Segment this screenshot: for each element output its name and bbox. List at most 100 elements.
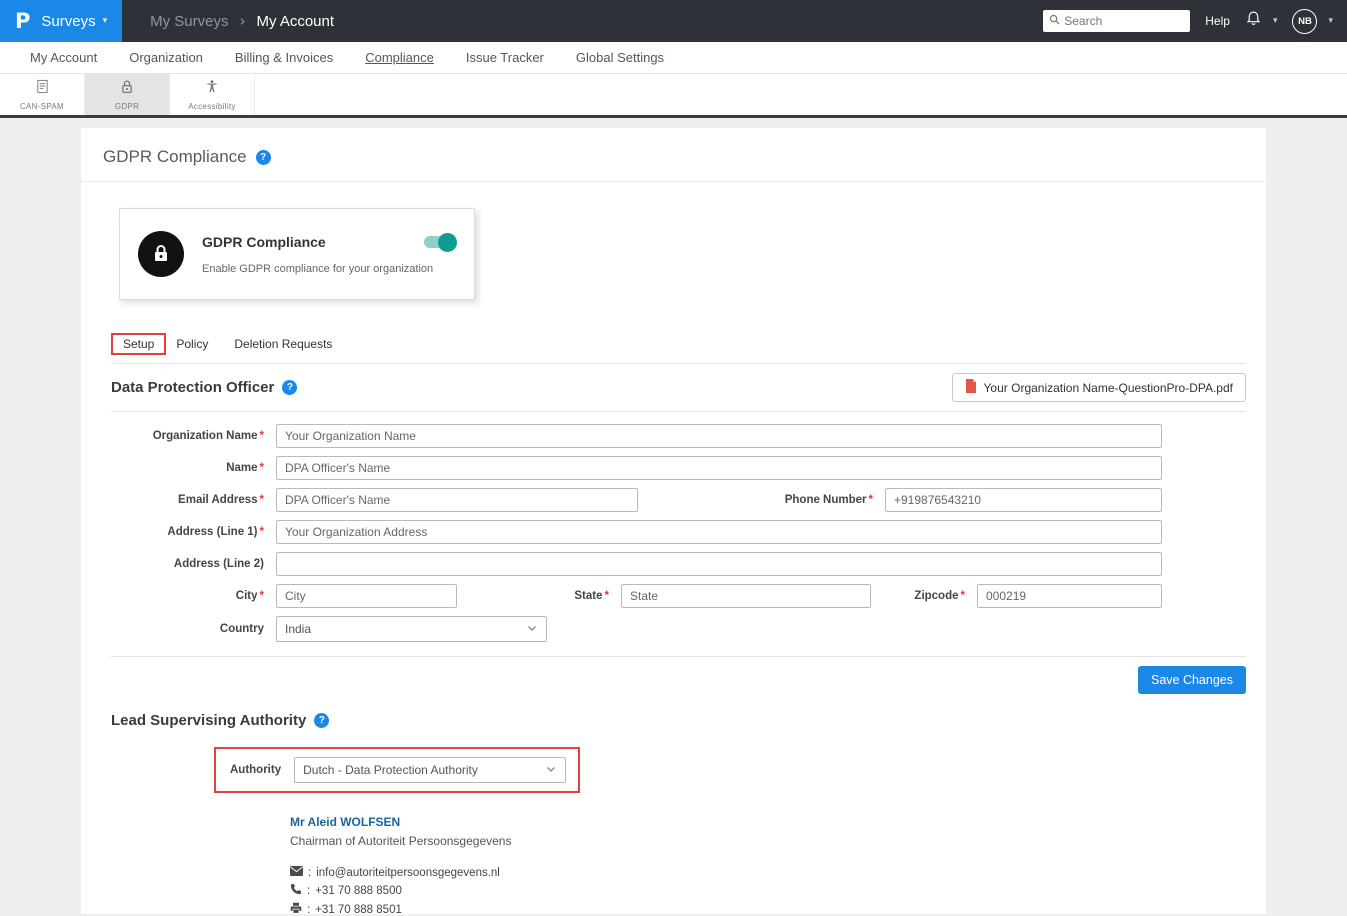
help-icon[interactable]: ? [314,713,329,728]
tab-gdpr[interactable]: GDPR [85,74,170,115]
address-line1-label: Address (Line 1)* [81,526,276,538]
zipcode-field[interactable] [977,584,1162,608]
state-label: State* [457,590,621,602]
tab-can-spam[interactable]: CAN-SPAM [0,74,85,115]
lock-icon [151,243,171,265]
authority-contact-name: Mr Aleid WOLFSEN [290,815,1266,829]
authority-contact-lines: : info@autoriteitpersoonsgegevens.nl : +… [290,866,1266,916]
form-row-address-line2: Address (Line 2) [81,552,1162,576]
envelope-icon [290,866,303,879]
search-input[interactable] [1064,14,1184,28]
gdpr-compliance-panel: GDPR Compliance ? GDPR Compliance Enable… [81,128,1266,914]
page-title: GDPR Compliance [103,147,247,167]
phone-number-field[interactable] [885,488,1162,512]
dpo-heading: Data Protection Officer [111,379,274,396]
city-label: City* [81,590,276,602]
tab-accessibility[interactable]: Accessibility [170,74,255,115]
help-icon[interactable]: ? [256,150,271,165]
chevron-down-icon [526,622,538,637]
help-icon[interactable]: ? [282,380,297,395]
phone-icon [290,883,302,898]
authority-selected-value: Dutch - Data Protection Authority [303,763,478,777]
topbar-right: Help ▾ NB ▾ [1043,9,1347,34]
card-text: GDPR Compliance Enable GDPR compliance f… [202,231,433,277]
lsa-heading-row: Lead Supervising Authority ? [111,706,1246,743]
organization-name-field[interactable] [276,424,1162,448]
country-select[interactable]: India [276,616,547,642]
organization-name-label: Organization Name* [81,430,276,442]
page-title-row: GDPR Compliance ? [81,128,1266,182]
required-mark: * [869,494,873,506]
country-label: Country [81,623,276,635]
tab-deletion-requests[interactable]: Deletion Requests [224,332,342,356]
email-address-label: Email Address* [81,494,276,506]
required-mark: * [260,462,264,474]
gdpr-sub-tabs: Setup Policy Deletion Requests [111,332,1246,364]
nav-organization[interactable]: Organization [113,50,219,65]
account-nav: My Account Organization Billing & Invoic… [0,42,1347,74]
questionpro-logo: P [15,9,30,33]
form-row-address-line1: Address (Line 1)* [81,520,1162,544]
bell-icon [1245,10,1262,32]
search-box [1043,10,1190,32]
breadcrumb-my-account: My Account [256,13,334,30]
address-line2-field[interactable] [276,552,1162,576]
authority-fax-line: : +31 70 888 8501 [290,902,1266,916]
product-menu-label: Surveys [41,13,95,30]
address-line1-field[interactable] [276,520,1162,544]
save-changes-button-dpo[interactable]: Save Changes [1138,666,1246,694]
required-mark: * [260,590,264,602]
breadcrumb: My Surveys › My Account [150,12,334,30]
gdpr-toggle-card: GDPR Compliance Enable GDPR compliance f… [119,208,475,300]
product-menu[interactable]: P Surveys ▾ [0,0,122,42]
authority-phone-line: : +31 70 888 8500 [290,883,1266,898]
nav-compliance[interactable]: Compliance [349,50,450,65]
dpa-pdf-button[interactable]: Your Organization Name-QuestionPro-DPA.p… [952,373,1246,402]
authority-email: info@autoriteitpersoonsgegevens.nl [316,867,500,879]
account-menu[interactable]: NB ▾ [1292,9,1333,34]
nav-global-settings[interactable]: Global Settings [560,50,680,65]
state-field[interactable] [621,584,871,608]
tab-label: CAN-SPAM [20,102,64,111]
email-address-field[interactable] [276,488,638,512]
name-label: Name* [81,462,276,474]
compliance-icon-tabs: CAN-SPAM GDPR Accessibility [0,74,1347,118]
lock-badge [138,231,184,277]
main-area: GDPR Compliance ? GDPR Compliance Enable… [0,118,1347,914]
tab-setup[interactable]: Setup [113,332,164,356]
lsa-heading: Lead Supervising Authority [111,712,306,729]
dpo-save-row: Save Changes [111,656,1246,694]
form-row-city-state-zip: City* State* Zipcode* [81,584,1162,608]
authority-phone: +31 70 888 8500 [315,885,402,897]
chevron-down-icon [545,763,557,778]
required-mark: * [260,494,264,506]
tab-policy[interactable]: Policy [166,332,218,356]
authority-fax: +31 70 888 8501 [315,904,402,916]
zipcode-label: Zipcode* [871,590,977,602]
pdf-icon [965,379,977,396]
notifications-menu[interactable]: ▾ [1245,10,1278,32]
help-link[interactable]: Help [1205,14,1230,28]
address-line2-label: Address (Line 2) [81,558,276,570]
country-selected-value: India [285,622,311,636]
nav-billing-invoices[interactable]: Billing & Invoices [219,50,349,65]
nav-issue-tracker[interactable]: Issue Tracker [450,50,560,65]
required-mark: * [605,590,609,602]
card-description: Enable GDPR compliance for your organiza… [202,263,433,275]
tab-label: GDPR [115,102,139,111]
authority-contact-title: Chairman of Autoriteit Persoonsgegevens [290,834,1266,848]
separator: : [308,867,311,879]
nav-my-account[interactable]: My Account [14,50,113,65]
authority-contact-card: Mr Aleid WOLFSEN Chairman of Autoriteit … [290,815,1266,916]
breadcrumb-my-surveys[interactable]: My Surveys [150,13,228,30]
authority-email-line: : info@autoriteitpersoonsgegevens.nl [290,866,1266,879]
authority-select[interactable]: Dutch - Data Protection Authority [294,757,566,783]
toggle-knob [438,233,457,252]
tab-label: Accessibility [188,102,235,111]
chevron-down-icon: ▾ [103,16,108,26]
gdpr-toggle[interactable] [424,236,454,248]
city-field[interactable] [276,584,457,608]
name-field[interactable] [276,456,1162,480]
avatar: NB [1292,9,1317,34]
document-icon [35,79,50,99]
